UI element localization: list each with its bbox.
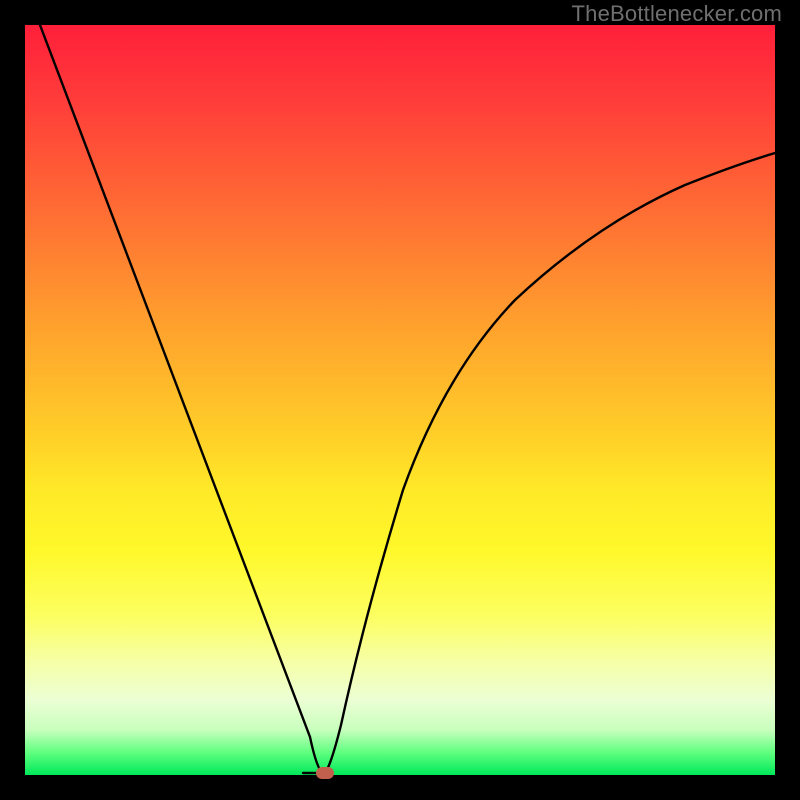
- min-marker: [316, 767, 334, 779]
- chart-frame: TheBottlenecker.com: [0, 0, 800, 800]
- watermark-text: TheBottlenecker.com: [572, 1, 782, 27]
- curve-left-branch: [40, 25, 323, 773]
- bottleneck-curve: [25, 25, 775, 775]
- curve-right-branch: [325, 153, 775, 773]
- chart-plot-area: [25, 25, 775, 775]
